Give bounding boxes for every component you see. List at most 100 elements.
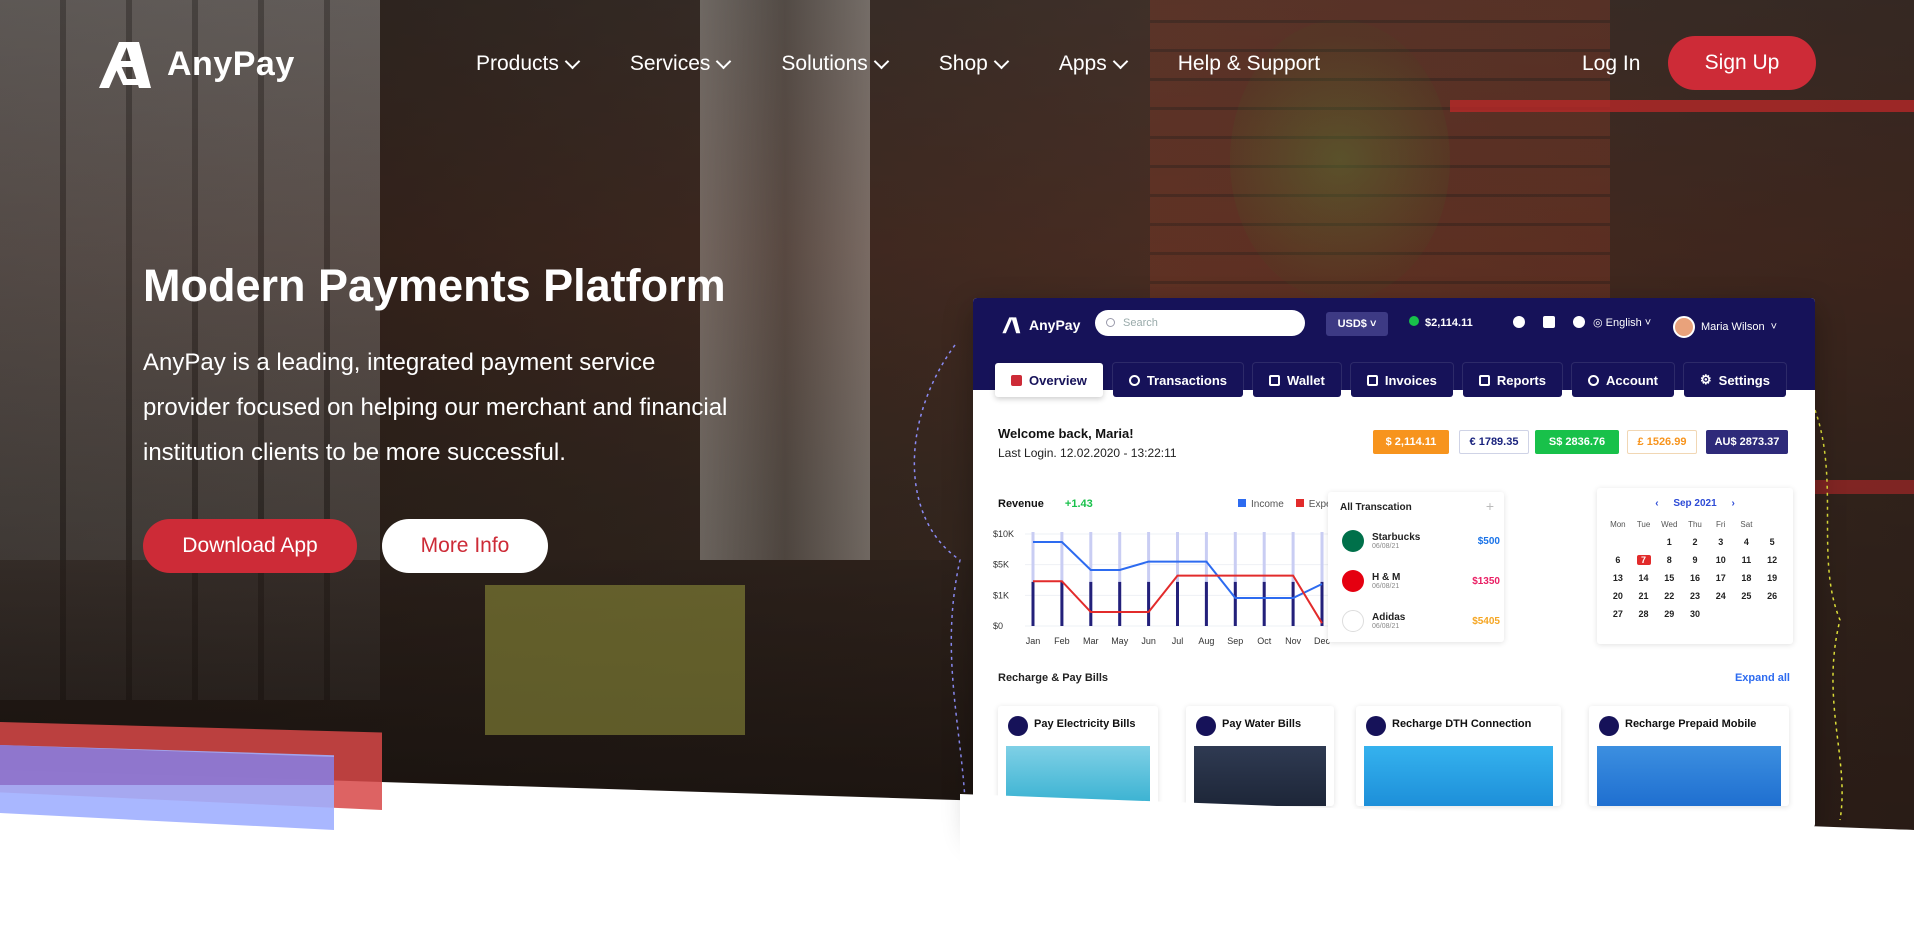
list-item[interactable]: H & M 06/08/21 $1350	[1342, 570, 1500, 592]
expand-all-link[interactable]: Expand all	[1735, 672, 1790, 684]
calendar-panel: ‹ Sep 2021 › Mon Tue Wed Thu Fri Sat 1 2 3 4 5 6 7 8 9…	[1597, 488, 1793, 644]
more-info-button[interactable]: More Info	[382, 519, 548, 573]
tab-settings[interactable]: ⚙ Settings	[1684, 363, 1786, 397]
tab-label: Wallet	[1287, 372, 1325, 388]
wallet-icon	[1409, 316, 1419, 326]
help-icon[interactable]	[1513, 316, 1525, 328]
list-item[interactable]: Starbucks 06/08/21 $500	[1342, 530, 1500, 552]
calendar-day[interactable]: 5	[1759, 537, 1785, 547]
signup-button[interactable]: Sign Up	[1668, 36, 1816, 90]
calendar-weekday: Sat	[1740, 520, 1753, 529]
calendar-day[interactable]: 8	[1656, 555, 1682, 565]
list-item[interactable]: Adidas 06/08/21 $5405	[1342, 610, 1500, 632]
tab-invoices[interactable]: Invoices	[1350, 363, 1453, 397]
tab-label: Settings	[1718, 372, 1770, 388]
tab-wallet[interactable]: Wallet	[1253, 363, 1341, 397]
calendar-day[interactable]: 12	[1759, 555, 1785, 565]
x-tick-label: Nov	[1285, 636, 1302, 646]
chevron-down-icon	[1112, 53, 1128, 69]
calendar-day[interactable]: 3	[1708, 537, 1734, 547]
nav-label: Apps	[1058, 52, 1107, 75]
nav-solutions[interactable]: Solutions	[781, 52, 890, 76]
calendar-day[interactable]: 13	[1605, 573, 1631, 583]
calendar-day[interactable]: 21	[1631, 591, 1657, 601]
tab-account[interactable]: Account	[1572, 363, 1674, 397]
calendar-day[interactable]: 1	[1656, 537, 1682, 547]
nav-label: Shop	[938, 52, 988, 75]
calendar-day[interactable]: 10	[1708, 555, 1734, 565]
download-app-button[interactable]: Download App	[143, 519, 357, 573]
calendar-day[interactable]: 2	[1682, 537, 1708, 547]
prev-month-icon[interactable]: ‹	[1655, 498, 1658, 509]
tab-transactions[interactable]: Transactions	[1112, 363, 1244, 397]
calendar-day[interactable]: 22	[1656, 591, 1682, 601]
calendar-day[interactable]: 11	[1734, 555, 1760, 565]
nav-apps[interactable]: Apps	[1058, 52, 1128, 76]
login-link[interactable]: Log In	[1582, 52, 1640, 76]
calendar-day[interactable]: 23	[1682, 591, 1708, 601]
tab-label: Reports	[1496, 372, 1546, 388]
dashboard-search[interactable]: Search	[1095, 310, 1305, 336]
y-tick-label: $5K	[993, 560, 1009, 570]
nav-products[interactable]: Products	[476, 52, 581, 76]
currency-badge: S$ 2836.76	[1535, 430, 1619, 454]
dashboard-header: AnyPay Search USD$ ˅ $2,114.11 ◎ English…	[973, 298, 1815, 397]
y-tick-label: $1K	[993, 590, 1009, 600]
nav-help-support[interactable]: Help & Support	[1178, 52, 1320, 76]
tab-label: Account	[1606, 372, 1658, 388]
calendar-day[interactable]: 26	[1759, 591, 1785, 601]
tab-reports[interactable]: Reports	[1462, 363, 1562, 397]
user-menu[interactable]: Maria Wilson ˅	[1673, 316, 1777, 338]
calendar-day[interactable]: 9	[1682, 555, 1708, 565]
calendar-day[interactable]: 4	[1734, 537, 1760, 547]
language-select[interactable]: ◎ English ˅	[1593, 316, 1651, 329]
electricity-icon	[1008, 716, 1028, 736]
calendar-day[interactable]: 14	[1631, 573, 1657, 583]
brand-logo[interactable]: AnyPay	[95, 38, 295, 90]
bill-card[interactable]: Recharge Prepaid Mobile	[1589, 706, 1789, 806]
calendar-day[interactable]: 16	[1682, 573, 1708, 583]
calendar-day[interactable]: 28	[1631, 609, 1657, 619]
revenue-title: Revenue +1.43	[998, 498, 1093, 510]
satellite-icon	[1366, 716, 1386, 736]
calendar-day[interactable]: 30	[1682, 609, 1708, 619]
refresh-icon	[1128, 374, 1140, 386]
calendar-day[interactable]: 7	[1636, 555, 1651, 565]
nav-services[interactable]: Services	[630, 52, 732, 76]
x-tick-label: Jun	[1141, 636, 1156, 646]
calendar-day[interactable]: 20	[1605, 591, 1631, 601]
bill-title: Pay Water Bills	[1222, 718, 1302, 730]
calendar-grid: Mon Tue Wed Thu Fri Sat 1 2 3 4 5 6 7 8 9 10 11 12 13 14 15 1…	[1605, 520, 1785, 619]
dashboard-logo: AnyPay	[1001, 316, 1080, 334]
calendar-day[interactable]: 27	[1605, 609, 1631, 619]
calendar-day[interactable]: 29	[1656, 609, 1682, 619]
calendar-day[interactable]: 24	[1708, 591, 1734, 601]
x-tick-label: Feb	[1054, 636, 1070, 646]
mail-icon[interactable]	[1543, 316, 1555, 328]
currency-select[interactable]: USD$ ˅	[1326, 312, 1388, 336]
bill-card[interactable]: Pay Electricity Bills	[998, 706, 1158, 806]
bill-title: Recharge DTH Connection	[1392, 718, 1532, 730]
calendar-day[interactable]: 17	[1708, 573, 1734, 583]
calendar-day[interactable]: 19	[1759, 573, 1785, 583]
header-icons	[1513, 316, 1585, 328]
calendar-day[interactable]: 15	[1656, 573, 1682, 583]
transaction-amount: $5405	[1472, 615, 1500, 627]
add-icon[interactable]: +	[1486, 498, 1494, 514]
tab-label: Overview	[1029, 372, 1087, 388]
bill-card[interactable]: Recharge DTH Connection	[1356, 706, 1561, 806]
next-month-icon[interactable]: ›	[1731, 498, 1734, 509]
bell-icon[interactable]	[1573, 316, 1585, 328]
tab-overview[interactable]: Overview	[995, 363, 1103, 397]
electricity-image	[1006, 746, 1150, 806]
nav-shop[interactable]: Shop	[938, 52, 1010, 76]
calendar-day	[1631, 537, 1657, 547]
calendar-day[interactable]: 25	[1734, 591, 1760, 601]
mobile-icon	[1599, 716, 1619, 736]
calendar-day[interactable]: 18	[1734, 573, 1760, 583]
invoice-icon	[1366, 374, 1378, 386]
calendar-day[interactable]: 6	[1605, 555, 1631, 565]
bill-card[interactable]: Pay Water Bills	[1186, 706, 1334, 806]
x-tick-label: Jan	[1026, 636, 1041, 646]
calendar-weekday: Mon	[1610, 520, 1626, 529]
